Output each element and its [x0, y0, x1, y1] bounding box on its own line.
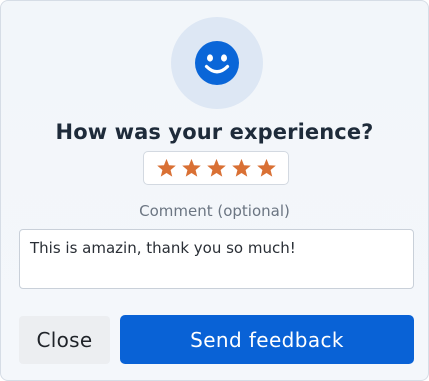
send-feedback-button[interactable]: Send feedback	[120, 315, 414, 364]
star-icon-5[interactable]	[256, 158, 277, 178]
smiley-face-icon	[171, 17, 263, 109]
dialog-title: How was your experience?	[55, 120, 374, 144]
close-button[interactable]: Close	[19, 316, 110, 364]
star-icon-2[interactable]	[181, 158, 202, 178]
comment-textarea[interactable]: This is amazin, thank you so much!	[19, 229, 414, 289]
comment-label: Comment (optional)	[139, 202, 290, 220]
feedback-dialog: How was your experience? Comment (option…	[0, 0, 429, 381]
star-icon-1[interactable]	[156, 158, 177, 178]
star-icon-3[interactable]	[206, 158, 227, 178]
star-rating[interactable]	[143, 151, 289, 185]
star-icon-4[interactable]	[231, 158, 252, 178]
